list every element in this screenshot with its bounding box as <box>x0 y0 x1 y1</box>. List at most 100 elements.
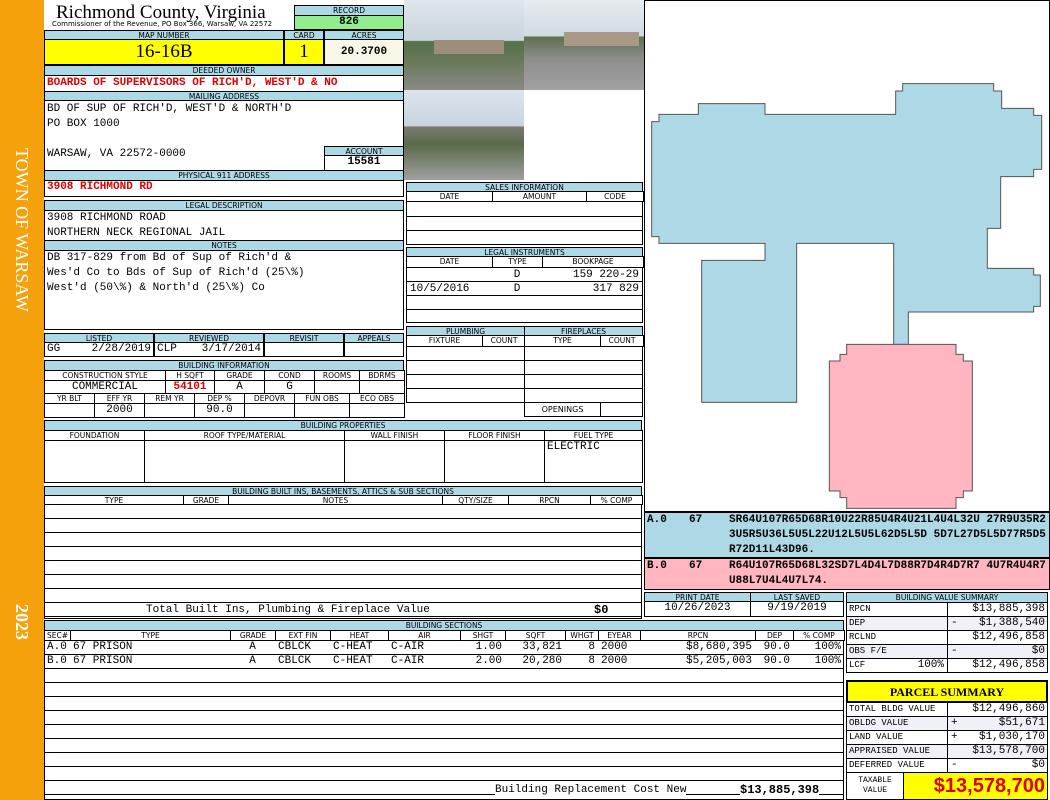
property-photo-2[interactable] <box>524 0 644 90</box>
sketch-vectors: SR64U107R65D68R10U22R85U4R4U21L4U4L32U 2… <box>729 514 1046 556</box>
building-info-value: 2000 <box>94 403 145 418</box>
sidebar: TOWN OF WARSAW 2023 <box>0 0 44 800</box>
sketch-drawing <box>651 83 1043 509</box>
building-info-value: 54101 <box>165 380 215 394</box>
section-cell: C-AIR <box>391 655 425 667</box>
parcel-summary-value: $51,671 <box>947 716 1048 731</box>
legal-line-1: 3908 RICHMOND ROAD <box>47 212 166 224</box>
section-cell: 8 <box>588 655 595 667</box>
listed-date: 2/28/2019 <box>91 343 151 355</box>
fireplaces-header: COUNT <box>600 335 644 347</box>
value-summary-pct: 100% <box>917 659 944 671</box>
section-cell: A.0 <box>47 641 67 653</box>
sections-header: % COMP <box>793 630 845 641</box>
sections-header: GRADE <box>230 630 276 641</box>
section-cell: 90.0 <box>763 641 790 653</box>
builtins-header: RPCN <box>508 495 591 505</box>
value-summary-value: $12,496,858 <box>947 630 1048 645</box>
sections-header: DEP <box>755 630 794 641</box>
value-summary-key: OBS F/E <box>846 644 948 659</box>
map-number: 16-16B <box>44 39 284 65</box>
notes-line-3: West'd (50\%) & North'd (25\%) Co <box>47 282 265 294</box>
sales-header: DATE <box>406 191 493 202</box>
builtins-header: % COMP <box>590 495 643 505</box>
parcel-summary-key: LAND VALUE <box>846 730 948 745</box>
sections-header: HEAT <box>330 630 389 641</box>
plumbing-header: FIXTURE <box>406 335 483 347</box>
legal-description: 3908 RICHMOND ROAD NORTHERN NECK REGIONA… <box>44 210 404 241</box>
revisit-value <box>264 342 344 357</box>
property-cell <box>144 440 345 483</box>
value-summary-value: $0 <box>947 644 1048 659</box>
building-info-value <box>359 380 405 394</box>
parcel-summary-sign: + <box>951 717 958 729</box>
instrument-cell: 317 829 <box>592 283 639 295</box>
builtins-table <box>44 495 642 619</box>
property-cell: ELECTRIC <box>544 440 643 483</box>
town-name: TOWN OF WARSAW <box>12 148 32 312</box>
builtins-total-label: Total Built Ins, Plumbing & Fireplace Va… <box>146 604 430 616</box>
plumbing-header: COUNT <box>482 335 526 347</box>
sketch-code-row: B.0 67 R64U107R65D68L32SD7L4D4L7D88R7D4R4D… <box>644 558 1050 590</box>
section-cell: 100% <box>814 641 841 653</box>
section-cell: A <box>249 655 256 667</box>
reviewed-value: CLP 3/17/2014 <box>154 342 264 357</box>
section-cell: 33,821 <box>522 641 562 653</box>
fireplaces-header: TYPE <box>524 335 601 347</box>
parcel-summary-value: $0 <box>947 758 1048 773</box>
property-cell <box>444 440 545 483</box>
building-sketch[interactable] <box>644 0 1050 512</box>
acres-value: 20.3700 <box>324 39 404 65</box>
section-cell: 67 PRISON <box>73 655 133 667</box>
listed-by: GG <box>47 343 61 355</box>
parcel-summary-title: PARCEL SUMMARY <box>846 680 1048 703</box>
sketch-section-id: A.0 <box>647 514 667 526</box>
building-info-value <box>294 403 350 418</box>
parcel-summary-key: APPRAISED VALUE <box>846 744 948 759</box>
section-cell: 8 <box>588 641 595 653</box>
tax-year: 2023 <box>12 604 32 640</box>
sketch-section-id: B.0 <box>647 560 667 572</box>
property-photo-3[interactable] <box>404 90 524 180</box>
notes-line-1: DB 317-829 from Bd of Sup of Rich'd & <box>47 252 292 264</box>
last-saved: 9/19/2019 <box>750 601 844 617</box>
sections-header: SQFT <box>505 630 566 641</box>
property-photo-1[interactable] <box>404 0 524 90</box>
builtins-header: QTY/SIZE <box>442 495 509 505</box>
sections-header: RPCN <box>640 630 756 641</box>
builtins-header: GRADE <box>183 495 229 505</box>
instruments-header: DATE <box>406 256 493 268</box>
value-summary-key: RPCN <box>846 602 948 617</box>
sections-header: SEC# <box>44 630 71 641</box>
deeded-owner: BOARDS OF SUPERVISORS OF RICH'D, WEST'D … <box>44 75 404 92</box>
mailing-line-2: PO BOX 1000 <box>47 118 120 130</box>
instruments-header: TYPE <box>492 256 543 268</box>
notes-line-2: Wes'd Co to Bds of Sup of Rich'd (25\%) <box>47 267 305 279</box>
parcel-summary-sign: + <box>951 731 958 743</box>
value-summary-sign: - <box>951 645 958 657</box>
section-cell: $8,680,395 <box>685 641 752 653</box>
value-summary-value: $1,388,540 <box>947 616 1048 631</box>
parcel-summary-key: TOTAL BLDG VALUE <box>846 702 948 717</box>
builtins-total: $0 <box>594 603 609 617</box>
county-subtitle: Commissioner of the Revenue, PO Box 366,… <box>52 20 273 28</box>
rcn-label: Building Replacement Cost New <box>495 784 687 796</box>
value-summary-value: $12,496,858 <box>947 658 1048 673</box>
parcel-summary-value: $1,030,170 <box>947 730 1048 745</box>
parcel-summary-key: DEFERRED VALUE <box>846 758 948 773</box>
section-cell: 100% <box>814 655 841 667</box>
building-info-value <box>314 380 360 394</box>
building-info-value: G <box>264 380 315 394</box>
building-info-value: A <box>214 380 265 394</box>
print-date: 10/26/2023 <box>644 601 751 617</box>
parcel-summary-value: $12,496,860 <box>947 702 1048 717</box>
instrument-cell: D <box>513 269 521 281</box>
value-summary-key: RCLND <box>846 630 948 645</box>
sketch-vectors: R64U107R65D68L32SD7L4D4L7D88R7D4R4D7R7 4… <box>729 560 1046 587</box>
sketch-code-row: A.0 67 SR64U107R65D68R10U22R85U4R4U21L4U4L… <box>644 512 1050 558</box>
instrument-cell: D <box>513 283 521 295</box>
openings-label: OPENINGS <box>524 402 601 417</box>
rcn-value: $13,885,398 <box>740 783 820 797</box>
section-cell: 20,280 <box>522 655 562 667</box>
taxable-value: $13,578,700 <box>903 772 1048 800</box>
